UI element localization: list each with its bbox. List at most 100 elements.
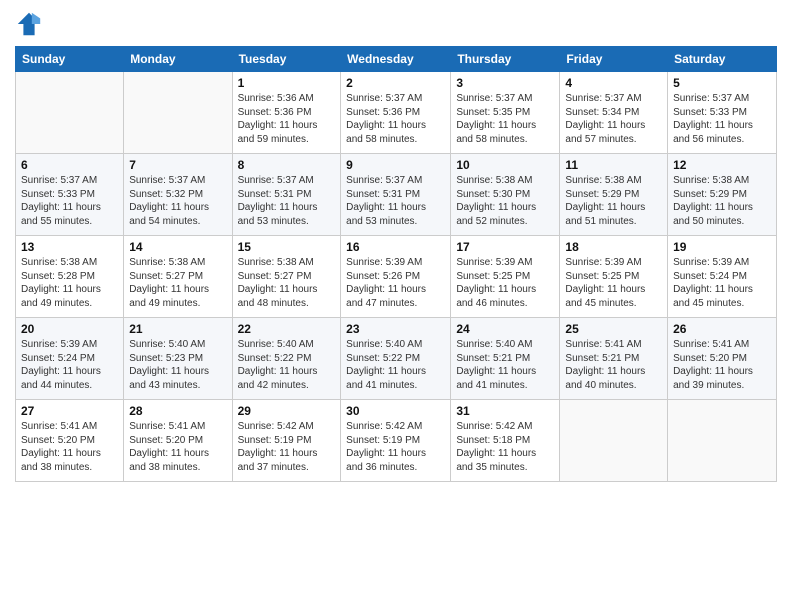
day-info: Sunrise: 5:41 AMSunset: 5:20 PMDaylight:… xyxy=(673,338,771,392)
day-number: 19 xyxy=(673,240,771,254)
weekday-header-wednesday: Wednesday xyxy=(341,47,451,72)
day-info: Sunrise: 5:39 AMSunset: 5:25 PMDaylight:… xyxy=(565,256,662,310)
weekday-header-tuesday: Tuesday xyxy=(232,47,341,72)
day-info: Sunrise: 5:38 AMSunset: 5:29 PMDaylight:… xyxy=(565,174,662,228)
calendar-week-row: 13Sunrise: 5:38 AMSunset: 5:28 PMDayligh… xyxy=(16,236,777,318)
calendar-cell: 18 Sunrise: 5:39 AMSunset: 5:25 PMDayligh… xyxy=(560,236,668,318)
day-info: Sunrise: 5:37 AMSunset: 5:36 PMDaylight:… xyxy=(346,92,445,146)
day-info: Sunrise: 5:37 AMSunset: 5:33 PMDaylight:… xyxy=(21,174,118,228)
day-info: Sunrise: 5:42 AMSunset: 5:18 PMDaylight:… xyxy=(456,420,554,474)
day-number: 8 xyxy=(238,158,336,172)
day-number: 26 xyxy=(673,322,771,336)
calendar-header-row: SundayMondayTuesdayWednesdayThursdayFrid… xyxy=(16,47,777,72)
calendar-cell: 10 Sunrise: 5:38 AMSunset: 5:30 PMDayligh… xyxy=(451,154,560,236)
day-number: 25 xyxy=(565,322,662,336)
day-number: 1 xyxy=(238,76,336,90)
calendar-cell: 22Sunrise: 5:40 AMSunset: 5:22 PMDayligh… xyxy=(232,318,341,400)
day-info: Sunrise: 5:38 AMSunset: 5:30 PMDaylight:… xyxy=(456,174,554,228)
calendar-cell xyxy=(16,72,124,154)
day-number: 6 xyxy=(21,158,118,172)
calendar-cell: 6 Sunrise: 5:37 AMSunset: 5:33 PMDaylight… xyxy=(16,154,124,236)
day-number: 12 xyxy=(673,158,771,172)
weekday-header-monday: Monday xyxy=(124,47,232,72)
day-number: 13 xyxy=(21,240,118,254)
day-number: 17 xyxy=(456,240,554,254)
day-info: Sunrise: 5:39 AMSunset: 5:25 PMDaylight:… xyxy=(456,256,554,310)
day-number: 2 xyxy=(346,76,445,90)
day-info: Sunrise: 5:38 AMSunset: 5:27 PMDaylight:… xyxy=(238,256,336,310)
day-number: 16 xyxy=(346,240,445,254)
day-info: Sunrise: 5:41 AMSunset: 5:20 PMDaylight:… xyxy=(129,420,226,474)
calendar-cell: 31 Sunrise: 5:42 AMSunset: 5:18 PMDayligh… xyxy=(451,400,560,482)
calendar-cell: 2 Sunrise: 5:37 AMSunset: 5:36 PMDaylight… xyxy=(341,72,451,154)
day-number: 31 xyxy=(456,404,554,418)
calendar-cell: 5Sunrise: 5:37 AMSunset: 5:33 PMDaylight… xyxy=(668,72,777,154)
calendar-week-row: 6 Sunrise: 5:37 AMSunset: 5:33 PMDaylight… xyxy=(16,154,777,236)
day-info: Sunrise: 5:39 AMSunset: 5:26 PMDaylight:… xyxy=(346,256,445,310)
day-number: 23 xyxy=(346,322,445,336)
day-number: 30 xyxy=(346,404,445,418)
calendar-cell: 24 Sunrise: 5:40 AMSunset: 5:21 PMDayligh… xyxy=(451,318,560,400)
day-number: 20 xyxy=(21,322,118,336)
calendar-cell: 28 Sunrise: 5:41 AMSunset: 5:20 PMDayligh… xyxy=(124,400,232,482)
calendar-cell: 19 Sunrise: 5:39 AMSunset: 5:24 PMDayligh… xyxy=(668,236,777,318)
day-info: Sunrise: 5:37 AMSunset: 5:31 PMDaylight:… xyxy=(346,174,445,228)
calendar-cell: 25 Sunrise: 5:41 AMSunset: 5:21 PMDayligh… xyxy=(560,318,668,400)
day-info: Sunrise: 5:39 AMSunset: 5:24 PMDaylight:… xyxy=(21,338,118,392)
day-number: 7 xyxy=(129,158,226,172)
calendar-cell: 23 Sunrise: 5:40 AMSunset: 5:22 PMDayligh… xyxy=(341,318,451,400)
calendar-cell xyxy=(668,400,777,482)
day-info: Sunrise: 5:37 AMSunset: 5:35 PMDaylight:… xyxy=(456,92,554,146)
day-info: Sunrise: 5:40 AMSunset: 5:22 PMDaylight:… xyxy=(346,338,445,392)
day-number: 29 xyxy=(238,404,336,418)
day-number: 21 xyxy=(129,322,226,336)
day-info: Sunrise: 5:37 AMSunset: 5:33 PMDaylight:… xyxy=(673,92,771,146)
day-info: Sunrise: 5:38 AMSunset: 5:27 PMDaylight:… xyxy=(129,256,226,310)
day-number: 11 xyxy=(565,158,662,172)
calendar-cell: 15 Sunrise: 5:38 AMSunset: 5:27 PMDayligh… xyxy=(232,236,341,318)
calendar-cell: 17 Sunrise: 5:39 AMSunset: 5:25 PMDayligh… xyxy=(451,236,560,318)
day-info: Sunrise: 5:37 AMSunset: 5:31 PMDaylight:… xyxy=(238,174,336,228)
day-info: Sunrise: 5:41 AMSunset: 5:20 PMDaylight:… xyxy=(21,420,118,474)
calendar-cell: 20 Sunrise: 5:39 AMSunset: 5:24 PMDayligh… xyxy=(16,318,124,400)
day-info: Sunrise: 5:36 AMSunset: 5:36 PMDaylight:… xyxy=(238,92,336,146)
weekday-header-sunday: Sunday xyxy=(16,47,124,72)
calendar-cell: 12 Sunrise: 5:38 AMSunset: 5:29 PMDayligh… xyxy=(668,154,777,236)
day-number: 10 xyxy=(456,158,554,172)
calendar-cell: 8 Sunrise: 5:37 AMSunset: 5:31 PMDaylight… xyxy=(232,154,341,236)
calendar-cell: 29 Sunrise: 5:42 AMSunset: 5:19 PMDayligh… xyxy=(232,400,341,482)
day-number: 4 xyxy=(565,76,662,90)
day-number: 3 xyxy=(456,76,554,90)
day-info: Sunrise: 5:38 AMSunset: 5:29 PMDaylight:… xyxy=(673,174,771,228)
calendar-cell: 26 Sunrise: 5:41 AMSunset: 5:20 PMDayligh… xyxy=(668,318,777,400)
day-info: Sunrise: 5:41 AMSunset: 5:21 PMDaylight:… xyxy=(565,338,662,392)
day-number: 18 xyxy=(565,240,662,254)
calendar-cell: 30Sunrise: 5:42 AMSunset: 5:19 PMDayligh… xyxy=(341,400,451,482)
logo xyxy=(15,10,47,38)
day-info: Sunrise: 5:42 AMSunset: 5:19 PMDaylight:… xyxy=(238,420,336,474)
day-number: 24 xyxy=(456,322,554,336)
calendar-cell: 3 Sunrise: 5:37 AMSunset: 5:35 PMDaylight… xyxy=(451,72,560,154)
day-info: Sunrise: 5:40 AMSunset: 5:21 PMDaylight:… xyxy=(456,338,554,392)
day-number: 15 xyxy=(238,240,336,254)
day-number: 28 xyxy=(129,404,226,418)
calendar-cell: 1 Sunrise: 5:36 AMSunset: 5:36 PMDaylight… xyxy=(232,72,341,154)
calendar-cell: 7 Sunrise: 5:37 AMSunset: 5:32 PMDaylight… xyxy=(124,154,232,236)
day-number: 9 xyxy=(346,158,445,172)
calendar-week-row: 27Sunrise: 5:41 AMSunset: 5:20 PMDayligh… xyxy=(16,400,777,482)
calendar-cell: 27Sunrise: 5:41 AMSunset: 5:20 PMDayligh… xyxy=(16,400,124,482)
day-number: 14 xyxy=(129,240,226,254)
day-info: Sunrise: 5:37 AMSunset: 5:32 PMDaylight:… xyxy=(129,174,226,228)
weekday-header-friday: Friday xyxy=(560,47,668,72)
header xyxy=(15,10,777,38)
calendar-week-row: 1 Sunrise: 5:36 AMSunset: 5:36 PMDaylight… xyxy=(16,72,777,154)
weekday-header-thursday: Thursday xyxy=(451,47,560,72)
day-info: Sunrise: 5:40 AMSunset: 5:23 PMDaylight:… xyxy=(129,338,226,392)
calendar-cell xyxy=(124,72,232,154)
page: SundayMondayTuesdayWednesdayThursdayFrid… xyxy=(0,0,792,612)
day-info: Sunrise: 5:37 AMSunset: 5:34 PMDaylight:… xyxy=(565,92,662,146)
calendar-cell: 9 Sunrise: 5:37 AMSunset: 5:31 PMDaylight… xyxy=(341,154,451,236)
day-info: Sunrise: 5:39 AMSunset: 5:24 PMDaylight:… xyxy=(673,256,771,310)
calendar-cell: 11 Sunrise: 5:38 AMSunset: 5:29 PMDayligh… xyxy=(560,154,668,236)
day-info: Sunrise: 5:40 AMSunset: 5:22 PMDaylight:… xyxy=(238,338,336,392)
